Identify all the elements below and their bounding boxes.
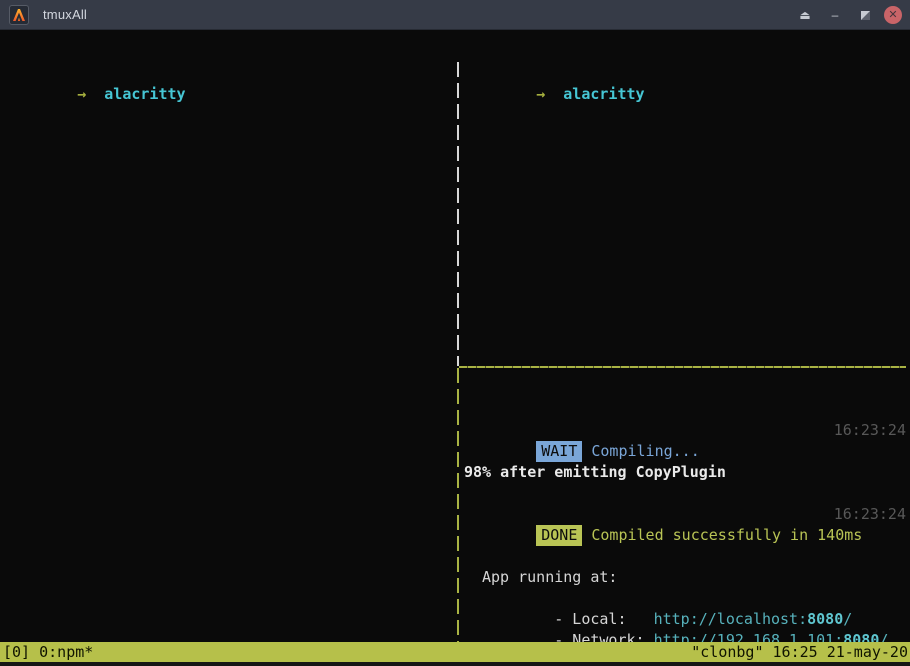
progress-line: 98% after emitting CopyPlugin bbox=[464, 462, 906, 483]
done-line: DONECompiled successfully in 140ms 16:23… bbox=[464, 504, 906, 525]
pane-border-vertical-inactive[interactable] bbox=[457, 62, 459, 366]
maximize-button[interactable] bbox=[850, 0, 880, 30]
rollup-button[interactable]: ⏏ bbox=[790, 0, 820, 30]
prompt-directory: alacritty bbox=[563, 85, 644, 103]
done-message: Compiled successfully in 140ms bbox=[591, 526, 862, 544]
close-button[interactable]: ✕ bbox=[884, 6, 902, 24]
rollup-icon: ⏏ bbox=[799, 8, 810, 22]
status-host-clock: "clonbg" 16:25 21-may-20 bbox=[691, 642, 908, 662]
pane-border-vertical-active[interactable] bbox=[457, 368, 459, 666]
close-icon: ✕ bbox=[888, 10, 897, 21]
tmux-status-bar: [0] 0:npm* "clonbg" 16:25 21-may-20 bbox=[0, 642, 910, 662]
prompt-arrow: → bbox=[77, 85, 86, 103]
minimize-icon: – bbox=[832, 8, 839, 22]
app-running-line: App running at: bbox=[482, 567, 906, 588]
status-session-window[interactable]: [0] 0:npm* bbox=[3, 642, 93, 662]
alacritty-window: tmuxAll ⏏ – ✕ → alacritty bbox=[0, 0, 910, 666]
prompt-arrow: → bbox=[536, 85, 545, 103]
done-timestamp: 16:23:24 bbox=[834, 504, 906, 525]
title-bar: tmuxAll ⏏ – ✕ bbox=[0, 0, 910, 30]
local-url-line: - Local: http://localhost:8080/ bbox=[482, 588, 906, 609]
wait-message: Compiling... bbox=[591, 442, 699, 460]
window-bottom-edge bbox=[0, 662, 910, 666]
pane-border-horizontal-active[interactable] bbox=[459, 366, 906, 368]
wait-timestamp: 16:23:24 bbox=[834, 420, 906, 441]
done-badge: DONE bbox=[536, 525, 582, 546]
network-url-line: - Network: http://192.168.1.101:8080/ bbox=[482, 609, 906, 630]
tmux-terminal[interactable]: →alacritty →alacritty WAITCompiling... 1… bbox=[0, 30, 910, 642]
wait-badge: WAIT bbox=[536, 441, 582, 462]
prompt-directory: alacritty bbox=[104, 85, 185, 103]
window-controls: ⏏ – ✕ bbox=[790, 0, 910, 30]
alacritty-logo-icon bbox=[9, 5, 29, 25]
minimize-button[interactable]: – bbox=[820, 0, 850, 30]
window-title: tmuxAll bbox=[43, 7, 87, 22]
maximize-icon bbox=[861, 11, 870, 20]
wait-line: WAITCompiling... 16:23:24 bbox=[464, 420, 906, 441]
